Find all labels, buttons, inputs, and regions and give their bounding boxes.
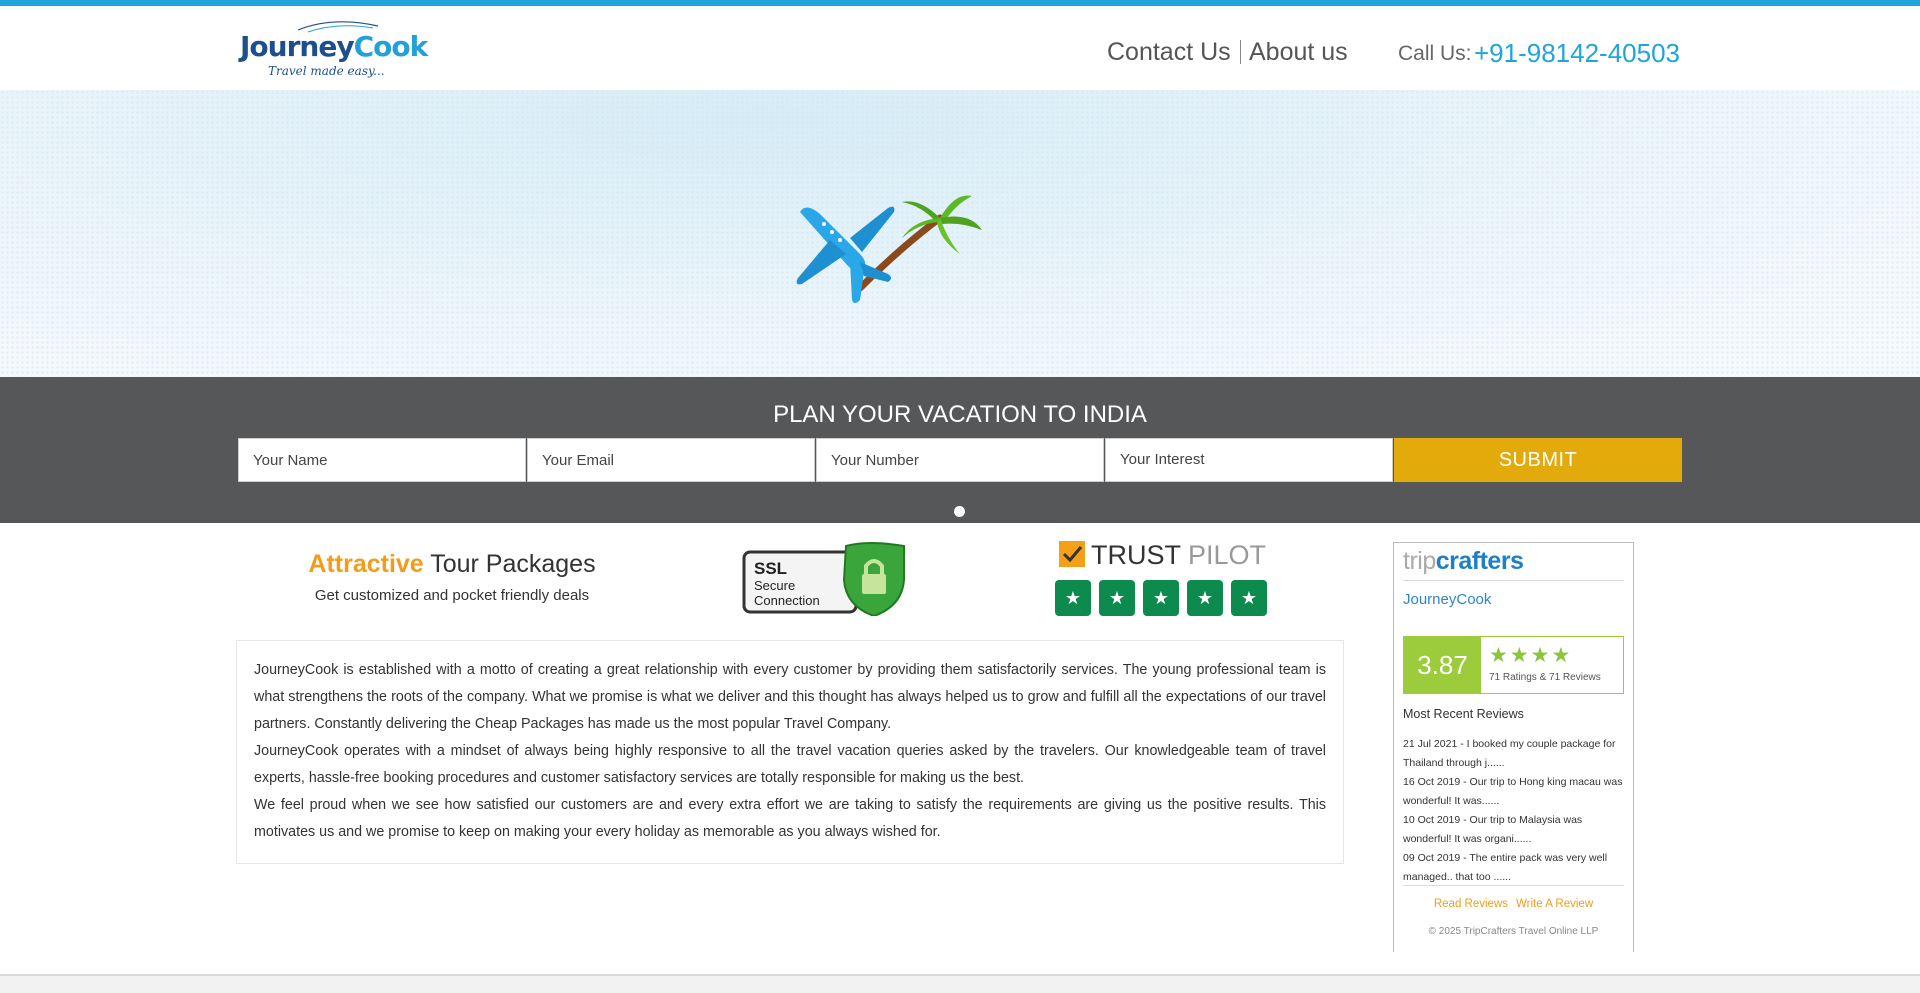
interest-select[interactable]: Your Interest [1105, 438, 1393, 482]
ssl-text-2: Secure [754, 578, 795, 593]
logo-cook: Cook [353, 30, 429, 63]
hero-banner [0, 90, 1920, 377]
name-input[interactable] [238, 438, 526, 482]
read-reviews-link[interactable]: Read Reviews [1434, 898, 1508, 910]
submit-button[interactable]: SUBMIT [1394, 438, 1682, 482]
about-company-box: JourneyCook is established with a motto … [236, 640, 1344, 864]
call-us-label: Call Us: [1398, 42, 1472, 65]
tc-review-item[interactable]: 09 Oct 2019 - The entire pack was very w… [1403, 849, 1628, 887]
tc-review-item[interactable]: 10 Oct 2019 - Our trip to Malaysia was w… [1403, 811, 1628, 849]
about-paragraph: JourneyCook operates with a mindset of a… [254, 743, 1326, 786]
ssl-lock-icon: SSL Secure Connection [742, 542, 905, 618]
footer-strip [0, 974, 1920, 993]
number-input[interactable] [816, 438, 1104, 482]
phone-number-link[interactable]: +91-98142-40503 [1474, 38, 1680, 69]
star-icon: ★ [1099, 580, 1135, 616]
ssl-badge: SSL Secure Connection [742, 540, 907, 621]
star-icon: ★ [1143, 580, 1179, 616]
divider [1403, 885, 1624, 886]
nav-contact-us[interactable]: Contact Us [1107, 38, 1231, 67]
tc-rating-count: 71 Ratings & 71 Reviews [1489, 672, 1601, 683]
site-header: JourneyCook Travel made easy... Contact … [0, 6, 1920, 90]
tc-company-name[interactable]: JourneyCook [1403, 591, 1491, 608]
trust-stars: ★ ★ ★ ★ ★ [1055, 580, 1275, 616]
nav-divider [1240, 40, 1241, 64]
tc-copyright: © 2025 TripCrafters Travel Online LLP [1428, 926, 1599, 937]
nav-about-us[interactable]: About us [1249, 38, 1348, 67]
email-input[interactable] [527, 438, 815, 482]
tour-packages-subtitle: Get customized and pocket friendly deals [314, 587, 590, 604]
ssl-text-3: Connection [754, 593, 820, 608]
star-icon: ★ [1055, 580, 1091, 616]
tc-rating-box: 3.87 ★★★★ 71 Ratings & 71 Reviews [1403, 636, 1624, 694]
logo-tagline: Travel made easy... [268, 64, 385, 78]
tripcrafters-logo[interactable]: tripcrafters [1403, 547, 1524, 576]
star-icon: ★ [1187, 580, 1223, 616]
attractive-word: Attractive [308, 550, 424, 578]
tc-review-item[interactable]: 16 Oct 2019 - Our trip to Hong king maca… [1403, 773, 1628, 811]
tc-recent-title: Most Recent Reviews [1403, 707, 1524, 721]
tour-packages-heading: Attractive Tour Packages Get customized … [250, 550, 654, 604]
star-icon: ★ [1231, 580, 1267, 616]
about-paragraph: JourneyCook is established with a motto … [254, 662, 1326, 732]
logo-journey: Journey [240, 30, 355, 63]
journeycook-logo[interactable]: JourneyCook Travel made easy... [238, 18, 428, 86]
pilot-word: PILOT [1188, 540, 1267, 570]
slider-dot[interactable] [954, 506, 965, 517]
plan-vacation-form: PLAN YOUR VACATION TO INDIA Your Interes… [0, 377, 1920, 523]
trust-check-icon [1059, 541, 1085, 567]
plan-title: PLAN YOUR VACATION TO INDIA [773, 401, 1147, 428]
tour-packages-text: Tour Packages [423, 550, 596, 578]
tripcrafters-widget: tripcrafters JourneyCook 3.87 ★★★★ 71 Ra… [1393, 542, 1634, 952]
trust-word: TRUST [1091, 540, 1181, 570]
ssl-text-1: SSL [754, 559, 787, 578]
tc-star-icons: ★★★★ [1489, 644, 1573, 667]
interest-value: Your Interest [1120, 451, 1205, 468]
about-paragraph: We feel proud when we see how satisfied … [254, 797, 1326, 840]
tc-review-item[interactable]: 21 Jul 2021 - I booked my couple package… [1403, 735, 1628, 773]
tc-score: 3.87 [1404, 637, 1481, 693]
airplane-palm-icon [796, 195, 982, 303]
write-review-link[interactable]: Write A Review [1516, 898, 1593, 910]
divider [1403, 580, 1624, 581]
